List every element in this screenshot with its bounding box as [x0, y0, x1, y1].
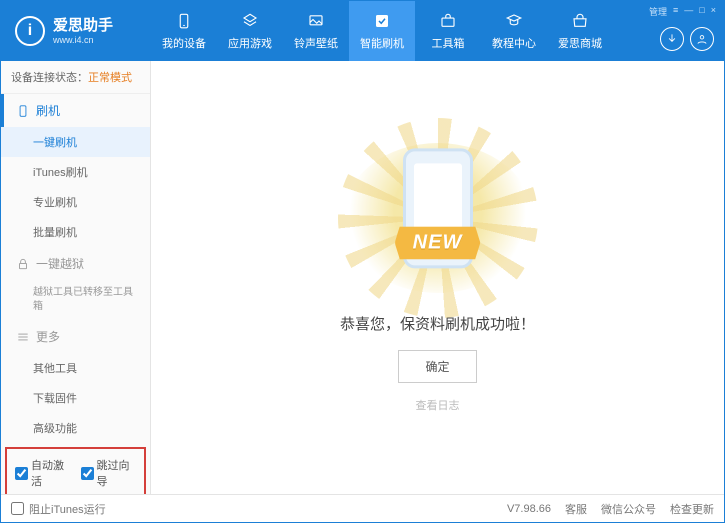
app-window: i 爱思助手 www.i4.cn 我的设备 应用游戏 铃声壁纸 智能刷机	[0, 0, 725, 523]
sidebar-item-advanced[interactable]: 高级功能	[1, 413, 150, 443]
brand-url: www.i4.cn	[53, 35, 113, 46]
sidebar-jailbreak[interactable]: 一键越狱	[1, 247, 150, 280]
connection-status: 设备连接状态：正常模式	[1, 61, 150, 94]
success-illustration: NEW	[343, 143, 533, 293]
sidebar-item-other[interactable]: 其他工具	[1, 353, 150, 383]
body: 设备连接状态：正常模式 刷机 一键刷机 iTunes刷机 专业刷机 批量刷机 一…	[1, 61, 724, 494]
nav-toolbox[interactable]: 工具箱	[415, 1, 481, 61]
menu-icon[interactable]: ≡	[673, 5, 678, 18]
check-skip-wizard[interactable]: 跳过向导	[81, 457, 137, 489]
new-ribbon: NEW	[395, 226, 481, 259]
nav-flash[interactable]: 智能刷机	[349, 1, 415, 61]
sidebar-item-pro[interactable]: 专业刷机	[1, 187, 150, 217]
device-icon	[174, 11, 194, 31]
minimize-icon[interactable]: —	[684, 5, 693, 18]
tutorial-icon	[504, 11, 524, 31]
close-icon[interactable]: ×	[711, 5, 716, 18]
check-update-link[interactable]: 检查更新	[670, 501, 714, 517]
sidebar-item-firmware[interactable]: 下载固件	[1, 383, 150, 413]
store-icon	[570, 11, 590, 31]
nav-apps[interactable]: 应用游戏	[217, 1, 283, 61]
jailbreak-note: 越狱工具已转移至工具箱	[1, 280, 150, 320]
main-nav: 我的设备 应用游戏 铃声壁纸 智能刷机 工具箱 教程中心	[151, 1, 724, 61]
apps-icon	[240, 11, 260, 31]
logo: i 爱思助手 www.i4.cn	[1, 16, 151, 46]
sidebar-item-itunes[interactable]: iTunes刷机	[1, 157, 150, 187]
main-content: NEW 恭喜您，保资料刷机成功啦！ 确定 查看日志	[151, 61, 724, 494]
sidebar-flash[interactable]: 刷机	[1, 94, 150, 127]
user-icon[interactable]	[690, 27, 714, 51]
nav-ringtones[interactable]: 铃声壁纸	[283, 1, 349, 61]
footer: 阻止iTunes运行 V7.98.66 客服 微信公众号 检查更新	[1, 494, 724, 522]
window-manage[interactable]: 管理	[649, 5, 667, 18]
flash-icon	[372, 11, 392, 31]
header: i 爱思助手 www.i4.cn 我的设备 应用游戏 铃声壁纸 智能刷机	[1, 1, 724, 61]
wallpaper-icon	[306, 11, 326, 31]
customer-service-link[interactable]: 客服	[565, 501, 587, 517]
download-icon[interactable]	[660, 27, 684, 51]
sidebar-item-batch[interactable]: 批量刷机	[1, 217, 150, 247]
options-highlight: 自动激活 跳过向导	[5, 447, 146, 494]
nav-my-device[interactable]: 我的设备	[151, 1, 217, 61]
wechat-link[interactable]: 微信公众号	[601, 501, 656, 517]
brand-name: 爱思助手	[53, 17, 113, 35]
nav-store[interactable]: 爱思商城	[547, 1, 613, 61]
block-itunes-check[interactable]: 阻止iTunes运行	[11, 501, 106, 517]
sidebar: 设备连接状态：正常模式 刷机 一键刷机 iTunes刷机 专业刷机 批量刷机 一…	[1, 61, 151, 494]
toolbox-icon	[438, 11, 458, 31]
window-controls: 管理 ≡ — □ ×	[649, 5, 716, 18]
check-auto-activate[interactable]: 自动激活	[15, 457, 71, 489]
logo-icon: i	[15, 16, 45, 46]
nav-tutorials[interactable]: 教程中心	[481, 1, 547, 61]
status-value: 正常模式	[88, 72, 132, 84]
maximize-icon[interactable]: □	[699, 5, 704, 18]
view-log-link[interactable]: 查看日志	[416, 397, 460, 413]
ok-button[interactable]: 确定	[398, 350, 476, 383]
version-label: V7.98.66	[507, 503, 551, 515]
sidebar-item-oneclick[interactable]: 一键刷机	[1, 127, 150, 157]
sidebar-more[interactable]: 更多	[1, 320, 150, 353]
